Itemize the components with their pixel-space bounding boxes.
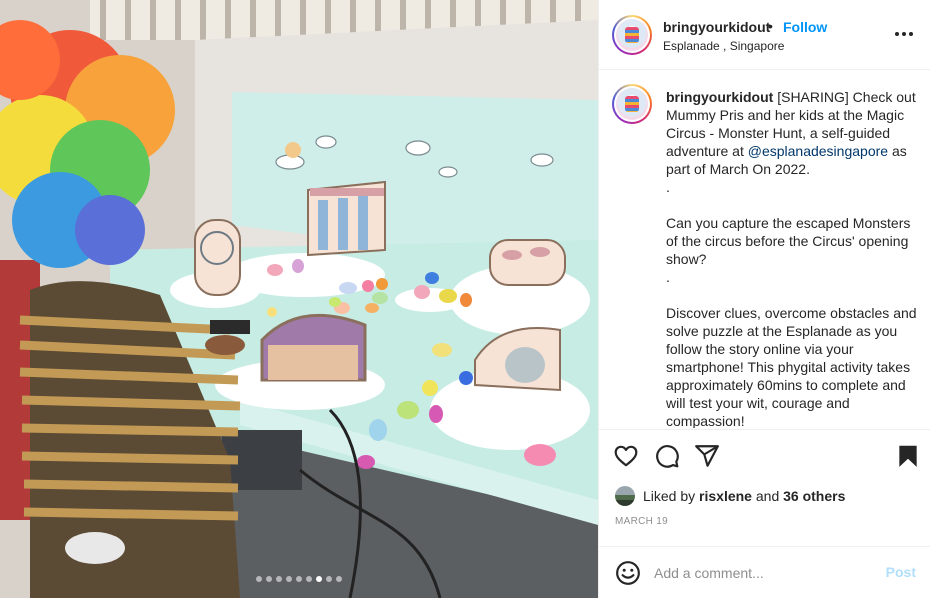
carousel-dot [326,576,332,582]
carousel-dot [336,576,342,582]
carousel-indicator [0,576,598,582]
post-photo[interactable] [0,0,598,598]
comment-input[interactable] [654,561,874,585]
caption-body-2: as part of March On 2022. . Can you capt… [666,143,917,428]
carousel-dot [286,576,292,582]
post-comment-button[interactable]: Post [886,564,916,580]
likes-others-link[interactable]: 36 others [783,488,845,504]
header-username[interactable]: bringyourkidout [663,19,770,35]
carousel-dot [316,576,322,582]
caption-mention[interactable]: @esplanadesingapore [748,143,888,159]
post-header: bringyourkidout • Follow Esplanade , Sin… [599,0,930,70]
bookmark-icon[interactable] [895,443,921,469]
heart-icon[interactable] [613,443,639,469]
more-options-icon[interactable] [894,24,914,44]
photo-illustration [0,0,598,598]
separator-bullet: • [768,18,773,34]
liker-username[interactable]: risxlene [699,488,752,504]
caption-text: bringyourkidout [SHARING] Check out Mumm… [666,88,918,428]
profile-avatar[interactable] [612,15,652,55]
share-icon[interactable] [694,443,720,469]
emoji-icon[interactable] [615,560,641,586]
post-date[interactable]: MARCH 19 [615,516,668,527]
caption-section: bringyourkidout [SHARING] Check out Mumm… [599,71,930,428]
liker-avatar[interactable] [615,486,635,506]
carousel-dot [296,576,302,582]
carousel-dot [276,576,282,582]
location-link[interactable]: Esplanade , Singapore [663,39,784,53]
gardens-cutout [489,239,566,286]
action-bar [599,429,930,481]
likes-middle: and [751,488,784,504]
carousel-dot [306,576,312,582]
caption-username[interactable]: bringyourkidout [666,89,773,105]
likes-text: Liked by risxlene and 36 others [643,488,845,504]
caption-avatar[interactable] [612,84,652,124]
comment-icon[interactable] [654,443,680,469]
follow-button[interactable]: Follow [783,19,827,35]
carousel-dot [256,576,262,582]
post-sidebar: bringyourkidout • Follow Esplanade , Sin… [598,0,930,598]
comment-bar: Post [599,546,930,598]
ferris-wheel-cutout [194,219,241,296]
marina-bay-cutout [307,180,386,257]
carousel-dot [266,576,272,582]
likes-prefix: Liked by [643,488,700,504]
likes-summary: Liked by risxlene and 36 others [615,486,845,506]
